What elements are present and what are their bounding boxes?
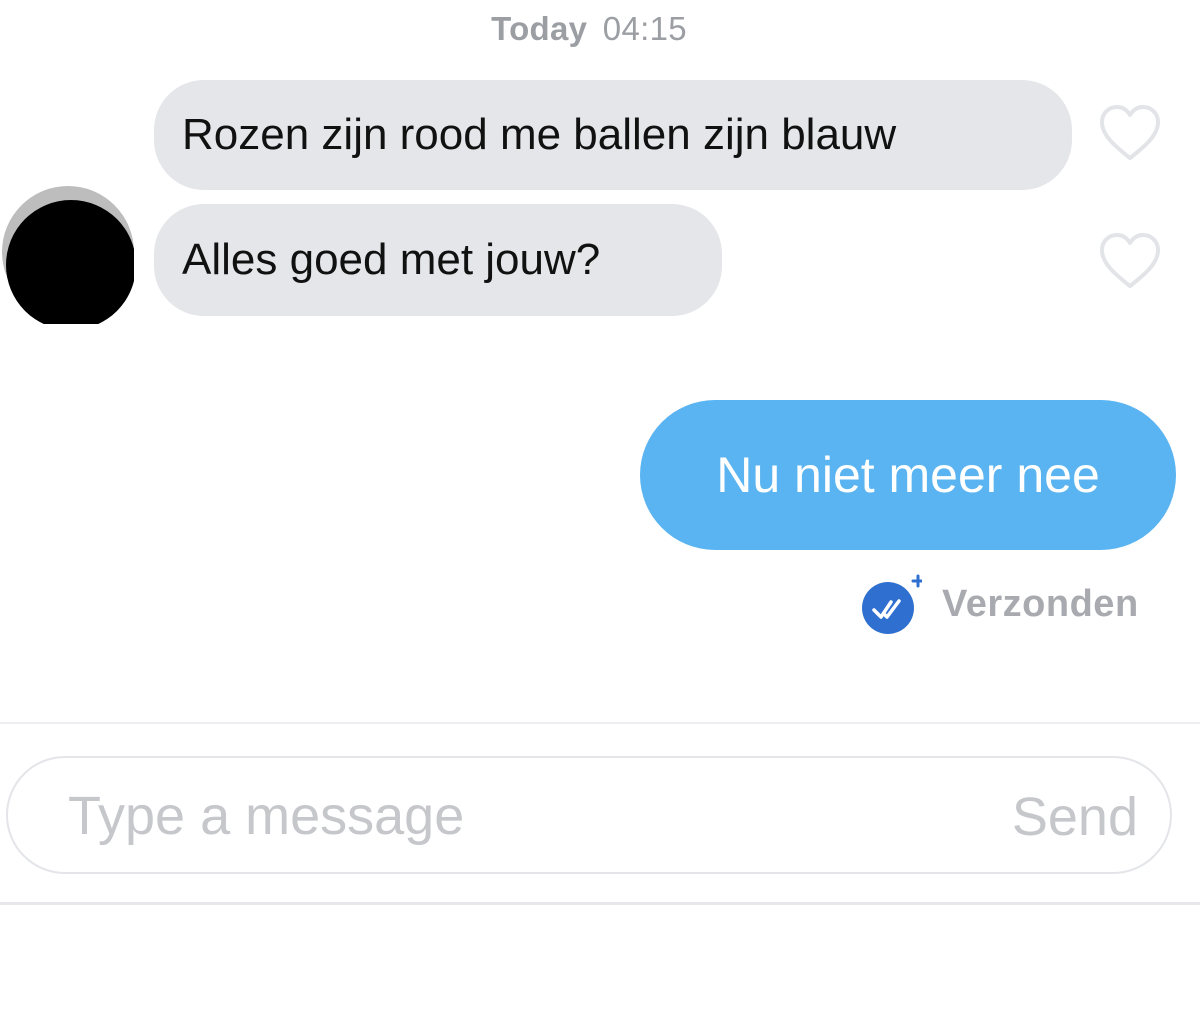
message-composer: Send bbox=[6, 756, 1172, 874]
composer-divider-top bbox=[0, 722, 1200, 724]
received-message-bubble: Alles goed met jouw? bbox=[154, 204, 722, 316]
avatar-redaction bbox=[6, 200, 134, 324]
avatar[interactable] bbox=[2, 186, 134, 324]
received-message-text: Rozen zijn rood me ballen zijn blauw bbox=[182, 110, 897, 159]
composer-divider-bottom bbox=[0, 902, 1200, 905]
heart-icon[interactable] bbox=[1098, 232, 1162, 292]
timestamp-day: Today bbox=[491, 10, 588, 47]
received-message-bubble: Rozen zijn rood me ballen zijn blauw bbox=[154, 80, 1072, 190]
message-input[interactable] bbox=[68, 778, 968, 854]
send-button[interactable]: Send bbox=[1012, 782, 1138, 852]
sent-message-text: Nu niet meer nee bbox=[716, 447, 1100, 503]
sent-message-bubble: Nu niet meer nee bbox=[640, 400, 1176, 550]
double-check-badge-icon bbox=[858, 572, 925, 636]
conversation-timestamp: Today 04:15 bbox=[0, 10, 1178, 48]
heart-icon[interactable] bbox=[1098, 104, 1162, 164]
timestamp-time: 04:15 bbox=[602, 10, 687, 47]
status-label: Verzonden bbox=[942, 582, 1139, 625]
message-status: Verzonden bbox=[858, 572, 1178, 636]
received-message-text: Alles goed met jouw? bbox=[182, 235, 601, 284]
